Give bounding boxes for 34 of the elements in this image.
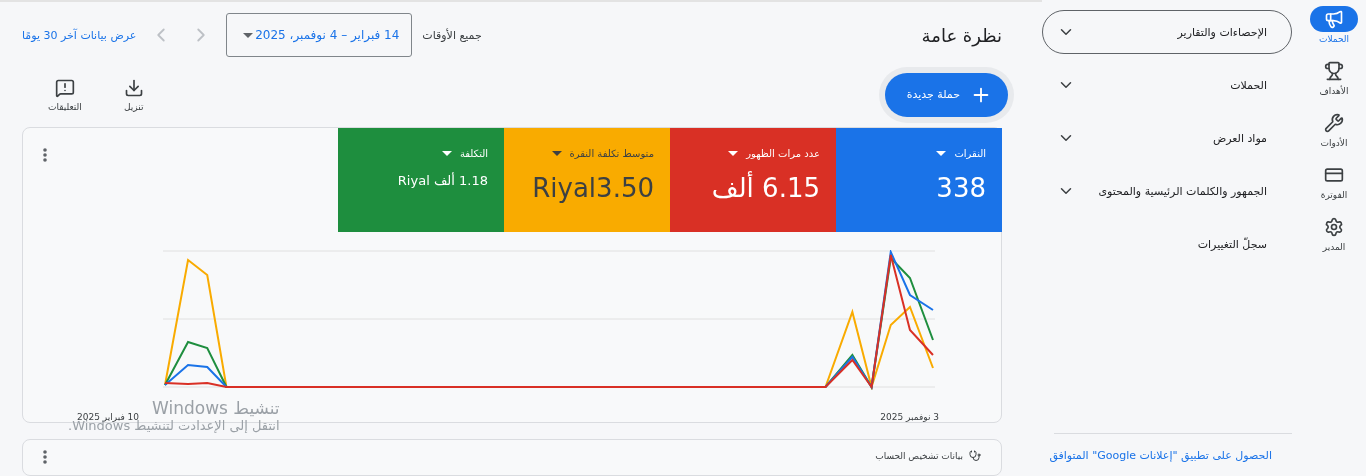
download-button[interactable]: تنزيل: [117, 76, 150, 113]
megaphone-icon[interactable]: [1310, 6, 1358, 32]
download-icon: [123, 77, 144, 98]
rail-label: الفوترة: [1320, 190, 1348, 200]
rail-label: الأهداف: [1319, 86, 1349, 96]
metric-value: 6.15 ألف: [710, 173, 820, 204]
nav-item[interactable]: الحملات: [1042, 63, 1292, 107]
date-range-label: جميع الأوقات: [422, 29, 482, 42]
feedback-button[interactable]: التعليقات: [42, 76, 88, 113]
rail-label: المدير: [1322, 242, 1346, 252]
metric-value: Riyal3.50: [531, 173, 654, 204]
metric-value: 338: [935, 173, 986, 204]
activation-title: تنشيط Windows: [152, 398, 280, 418]
nav-item[interactable]: مواد العرض: [1042, 116, 1292, 160]
date-range-picker[interactable]: 14 فبراير – 4 نوفمبر، 2025: [226, 13, 413, 58]
metric-label[interactable]: متوسط تكلفة النقرة: [518, 148, 654, 160]
card-title: بيانات تشخيص الحساب: [875, 451, 963, 462]
rail-label: الحملات: [1318, 34, 1350, 44]
rail-label: الأدوات: [1320, 138, 1348, 148]
metric-label[interactable]: التكلفة: [352, 148, 488, 160]
metric-label[interactable]: عدد مرات الظهور: [684, 148, 820, 160]
x-axis-label: 3 نوفمبر 2025: [880, 412, 939, 423]
more-options-icon[interactable]: [43, 450, 47, 465]
metric-value: 1.18 ألف Riyal: [396, 173, 488, 189]
page-title: نظرة عامة: [921, 25, 1002, 46]
metric-tile[interactable]: عدد مرات الظهور 6.15 ألف: [670, 128, 836, 233]
last-30-days-link[interactable]: عرض بيانات آخر 30 يومًا: [22, 29, 137, 42]
metric-tile[interactable]: التكلفة 1.18 ألف Riyal: [338, 128, 504, 233]
nav-item[interactable]: الجمهور والكلمات الرئيسية والمحتوى: [1042, 169, 1292, 213]
nav-item[interactable]: سجلّ التغييرات: [1042, 222, 1292, 266]
feedback-icon: [54, 77, 75, 98]
metric-label[interactable]: النقرات: [850, 148, 986, 160]
more-options-button[interactable]: [43, 148, 47, 163]
stethoscope-icon: [969, 450, 981, 463]
